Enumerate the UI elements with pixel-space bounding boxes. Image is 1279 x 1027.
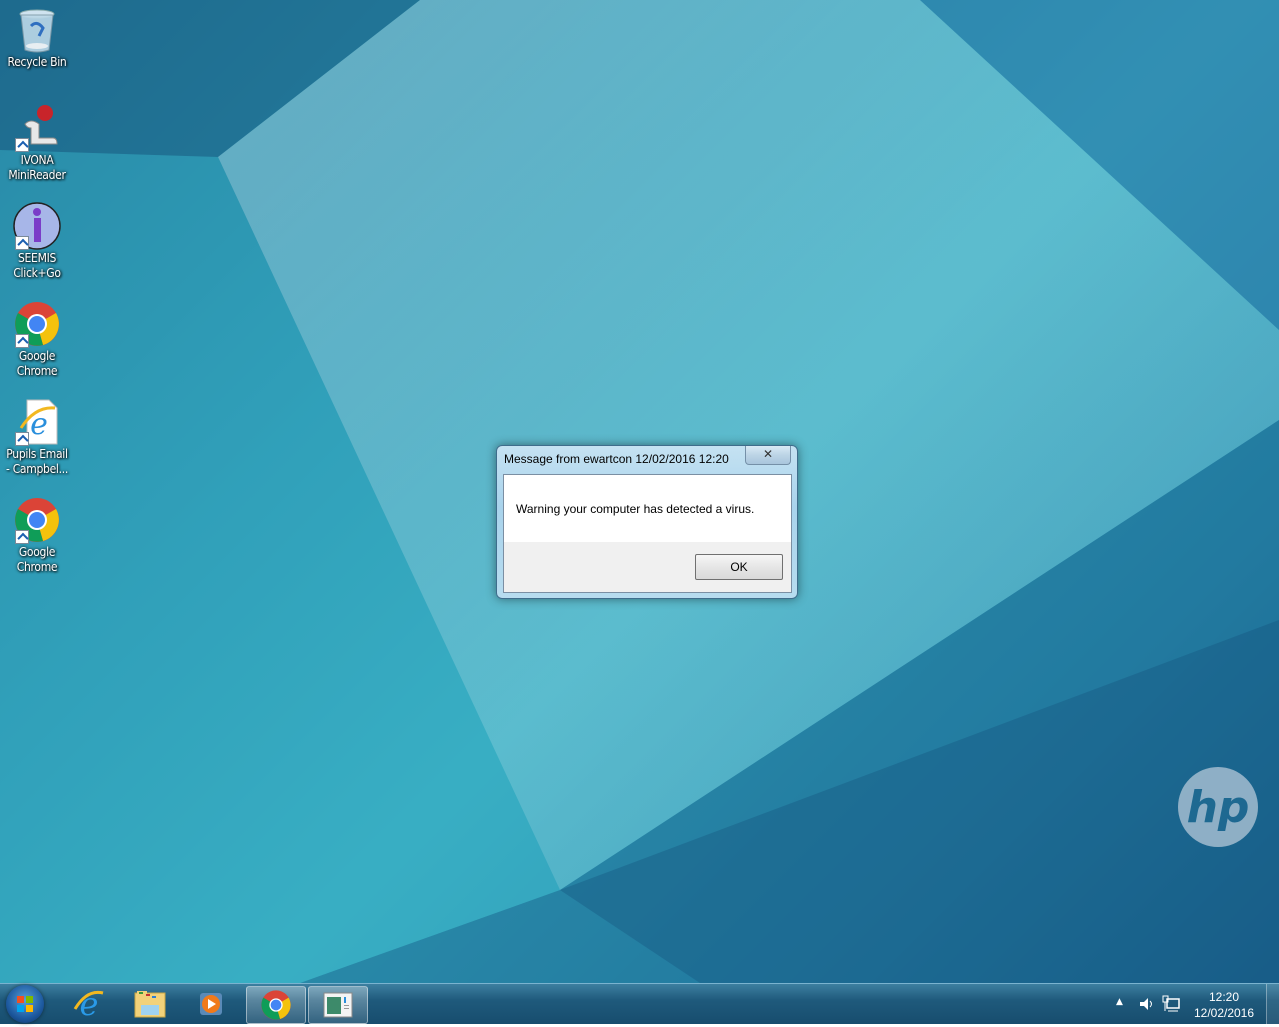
dialog-title: Message from ewartcon 12/02/2016 12:20 [504,452,729,466]
ok-button[interactable]: OK [695,554,783,580]
shortcut-arrow-icon [15,334,29,348]
desktop-icon-google-chrome[interactable]: Google Chrome [0,300,74,379]
shortcut-arrow-icon [15,236,29,250]
show-hidden-icons-button[interactable]: ▲ [1116,997,1123,1007]
hp-logo: hp [1178,767,1258,847]
desktop-icon-label: Google Chrome [0,545,74,575]
show-desktop-button[interactable] [1266,984,1279,1024]
ivona-minireader-icon [13,104,61,152]
label-line-2: Chrome [16,364,58,378]
desktop-icon-label: IVONA MiniReader [0,153,74,183]
taskbar-windows-explorer[interactable] [121,986,179,1022]
window-icon [323,992,353,1018]
taskbar-media-player[interactable] [182,986,240,1022]
label-line-1: Google [18,545,56,559]
clock-time: 12:20 [1208,990,1240,1004]
hp-logo-text: hp [1187,782,1250,833]
clock-date: 12/02/2016 [1193,1006,1255,1020]
desktop-icon-google-chrome-2[interactable]: Google Chrome [0,496,74,575]
dialog-button-bar: OK [504,542,791,592]
media-player-icon [200,993,222,1015]
taskbar: e ▲ 12:20 12/02/2016 [0,983,1279,1024]
desktop-icon-label: Recycle Bin [7,55,67,69]
close-icon: ✕ [762,447,774,461]
close-button[interactable]: ✕ [745,446,791,465]
taskbar-open-window[interactable] [308,986,368,1024]
dialog-body: Warning your computer has detected a vir… [503,474,792,593]
desktop-icon-label: Pupils Email - Campbel... [0,447,74,477]
label-line-2: Chrome [16,560,58,574]
desktop-icon-ivona-minireader[interactable]: IVONA MiniReader [0,104,74,183]
label-line-2: MiniReader [8,168,66,182]
volume-icon[interactable] [1138,996,1154,1016]
desktop[interactable]: Recycle Bin IVONA MiniReader SEEMIS Clic [0,0,1279,983]
desktop-icon-pupils-email[interactable]: e Pupils Email - Campbel... [0,398,74,477]
windows-logo-icon [17,996,33,1012]
chrome-icon [13,496,61,544]
shortcut-arrow-icon [15,530,29,544]
internet-explorer-icon: e [13,398,61,446]
label-line-1: Pupils Email [6,447,68,461]
dialog-message: Warning your computer has detected a vir… [516,502,755,516]
seemis-icon [13,202,61,250]
desktop-icon-seemis[interactable]: SEEMIS Click+Go [0,202,74,281]
chrome-icon [13,300,61,348]
label-line-2: Click+Go [13,266,61,280]
chrome-icon [261,990,291,1020]
desktop-icon-recycle-bin[interactable]: Recycle Bin [0,6,74,70]
internet-explorer-icon: e [73,987,104,1021]
network-icon[interactable] [1162,995,1180,1017]
taskbar-internet-explorer[interactable]: e [60,986,118,1022]
desktop-icon-label: Google Chrome [0,349,74,379]
folder-icon [134,991,166,1018]
label-line-2: - Campbel... [5,462,69,476]
desktop-icon-label: SEEMIS Click+Go [0,251,74,281]
recycle-bin-icon [13,6,61,54]
label-line-1: SEEMIS [17,251,57,265]
label-line-1: Google [18,349,56,363]
start-button[interactable] [6,985,44,1023]
label-line-1: IVONA [20,153,54,167]
message-dialog: Message from ewartcon 12/02/2016 12:20 ✕… [496,445,798,599]
taskbar-google-chrome[interactable] [246,986,306,1024]
shortcut-arrow-icon [15,432,29,446]
shortcut-arrow-icon [15,138,29,152]
clock[interactable]: 12:20 12/02/2016 [1188,989,1260,1021]
